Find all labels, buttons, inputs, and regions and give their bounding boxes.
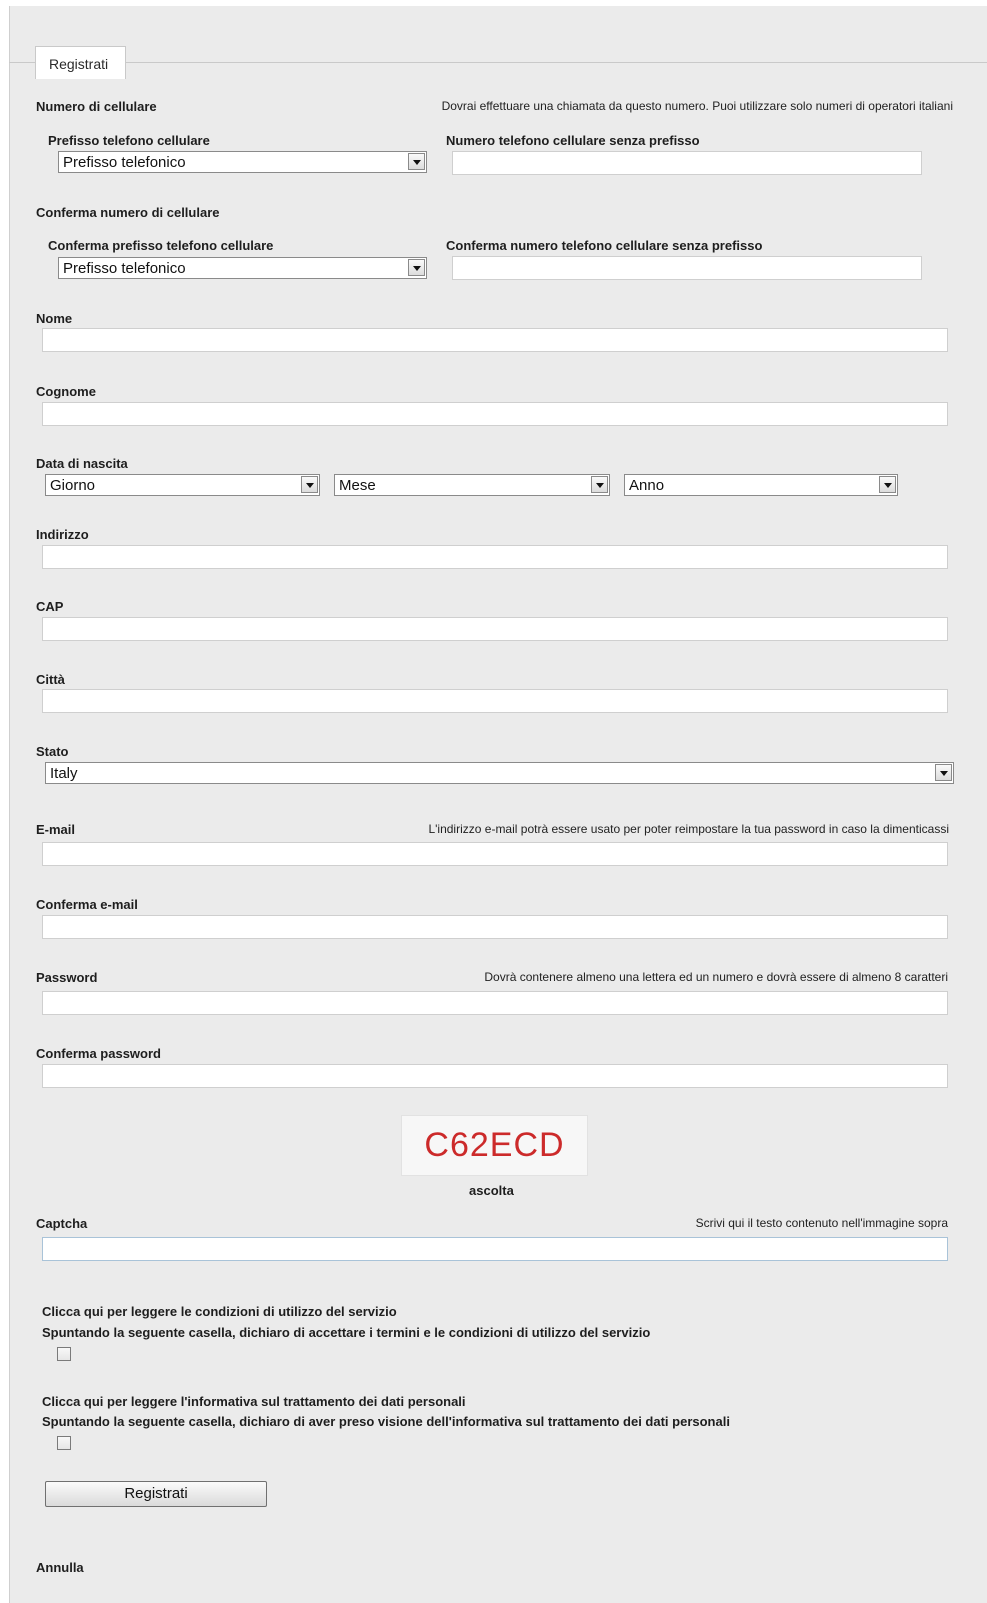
chevron-down-icon[interactable]	[301, 476, 318, 493]
captcha-label: Captcha	[36, 1216, 88, 1231]
mobile-section-label: Numero di cellulare	[36, 99, 157, 114]
mobile-prefix-select[interactable]: Prefisso telefonico	[58, 151, 427, 173]
mobile-confirm-number-label: Conferma numero telefono cellulare senza…	[446, 238, 763, 253]
address-input[interactable]	[42, 545, 948, 569]
mobile-confirm-prefix-select[interactable]: Prefisso telefonico	[58, 257, 427, 279]
chevron-down-icon[interactable]	[935, 764, 952, 781]
mobile-prefix-label: Prefisso telefono cellulare	[48, 133, 210, 148]
zip-input[interactable]	[42, 617, 948, 641]
password-label: Password	[36, 970, 98, 985]
birth-date-label: Data di nascita	[36, 456, 128, 471]
country-value: Italy	[50, 765, 78, 782]
mobile-confirm-section-label: Conferma numero di cellulare	[36, 205, 220, 220]
captcha-listen-link[interactable]: ascolta	[469, 1183, 514, 1198]
captcha-image: C62ECD	[401, 1115, 588, 1176]
terms-checkbox[interactable]	[57, 1347, 71, 1361]
first-name-input[interactable]	[42, 328, 948, 352]
fieldset-border	[9, 62, 987, 63]
privacy-text: Spuntando la seguente casella, dichiaro …	[42, 1414, 730, 1429]
mobile-number-input[interactable]	[452, 151, 922, 175]
birth-month-value: Mese	[339, 477, 376, 494]
chevron-down-icon[interactable]	[408, 259, 425, 276]
email-label: E-mail	[36, 822, 76, 837]
chevron-down-icon[interactable]	[408, 153, 425, 170]
birth-year-value: Anno	[629, 477, 665, 494]
mobile-confirm-number-input[interactable]	[452, 256, 922, 280]
password-input[interactable]	[42, 991, 948, 1015]
city-input[interactable]	[42, 689, 948, 713]
captcha-hint: Scrivi qui il testo contenuto nell'immag…	[695, 1216, 948, 1230]
email-confirm-label: Conferma e-mail	[36, 897, 138, 912]
city-label: Città	[36, 672, 65, 687]
chevron-down-icon[interactable]	[591, 476, 608, 493]
password-hint: Dovrà contenere almeno una lettera ed un…	[484, 970, 948, 984]
email-input[interactable]	[42, 842, 948, 866]
email-hint: L'indirizzo e-mail potrà essere usato pe…	[428, 822, 949, 836]
password-confirm-input[interactable]	[42, 1064, 948, 1088]
birth-year-select[interactable]: Anno	[624, 474, 898, 496]
mobile-number-label: Numero telefono cellulare senza prefisso	[446, 133, 700, 148]
country-select[interactable]: Italy	[45, 762, 954, 784]
address-label: Indirizzo	[36, 527, 89, 542]
birth-day-value: Giorno	[50, 477, 96, 494]
captcha-input[interactable]	[42, 1237, 948, 1261]
cancel-link[interactable]: Annulla	[36, 1560, 84, 1575]
password-confirm-label: Conferma password	[36, 1046, 161, 1061]
privacy-link[interactable]: Clicca qui per leggere l'informativa sul…	[42, 1394, 466, 1409]
birth-month-select[interactable]: Mese	[334, 474, 610, 496]
first-name-label: Nome	[36, 311, 73, 326]
birth-day-select[interactable]: Giorno	[45, 474, 320, 496]
mobile-confirm-prefix-label: Conferma prefisso telefono cellulare	[48, 238, 274, 253]
mobile-prefix-value: Prefisso telefonico	[63, 154, 186, 171]
mobile-hint: Dovrai effettuare una chiamata da questo…	[441, 99, 953, 113]
country-label: Stato	[36, 744, 69, 759]
terms-text: Spuntando la seguente casella, dichiaro …	[42, 1325, 651, 1340]
privacy-checkbox[interactable]	[57, 1436, 71, 1450]
chevron-down-icon[interactable]	[879, 476, 896, 493]
terms-link[interactable]: Clicca qui per leggere le condizioni di …	[42, 1304, 397, 1319]
register-button[interactable]: Registrati	[45, 1481, 267, 1507]
last-name-input[interactable]	[42, 402, 948, 426]
zip-label: CAP	[36, 599, 64, 614]
email-confirm-input[interactable]	[42, 915, 948, 939]
fieldset-legend: Registrati	[35, 46, 126, 79]
last-name-label: Cognome	[36, 384, 96, 399]
mobile-confirm-prefix-value: Prefisso telefonico	[63, 260, 186, 277]
